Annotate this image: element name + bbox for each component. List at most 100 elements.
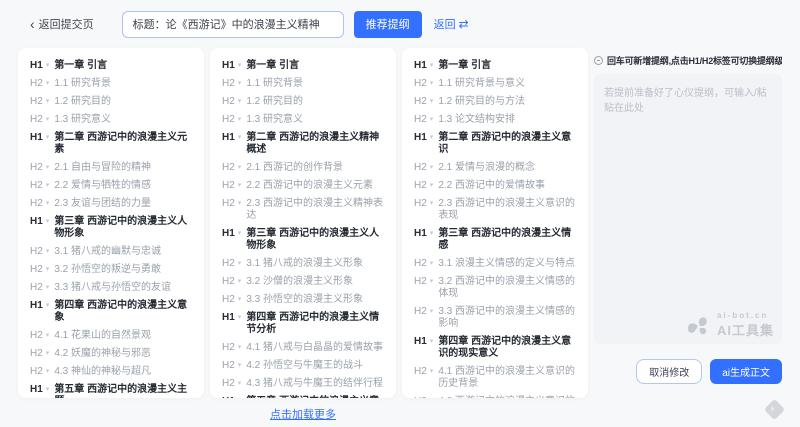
outline-item[interactable]: H2▾3.2 西游记中的浪漫主义情感的体现: [414, 276, 576, 300]
outline-item[interactable]: H2▾2.3 西游记中的浪漫主义意识的表现: [414, 198, 576, 222]
heading-level-tag[interactable]: H2: [222, 378, 235, 390]
outline-item[interactable]: H2▾3.1 猪八戒的幽默与忠诚: [30, 246, 192, 258]
heading-level-tag[interactable]: H2: [30, 264, 43, 276]
outline-item[interactable]: H2▾1.1 研究背景: [30, 78, 192, 90]
heading-level-tag[interactable]: H1: [30, 216, 43, 228]
outline-item[interactable]: H1▾第一章 引言: [222, 60, 384, 72]
outline-item[interactable]: H2▾3.1 浪漫主义情感的定义与特点: [414, 258, 576, 270]
heading-level-tag[interactable]: H2: [222, 162, 235, 174]
outline-item[interactable]: H1▾第二章 西游记中的浪漫主义意识: [414, 132, 576, 156]
heading-level-tag[interactable]: H1: [414, 60, 427, 72]
outline-item[interactable]: H2▾4.1 猪八戒与白晶晶的爱情故事: [222, 342, 384, 354]
heading-level-tag[interactable]: H2: [222, 78, 235, 90]
heading-level-tag[interactable]: H1: [414, 132, 427, 144]
outline-item[interactable]: H2▾2.1 爱情与浪漫的概念: [414, 162, 576, 174]
outline-item[interactable]: H2▾1.3 研究意义: [30, 114, 192, 126]
title-input[interactable]: [122, 11, 344, 38]
heading-level-tag[interactable]: H2: [414, 198, 427, 210]
outline-item[interactable]: H2▾2.1 自由与冒险的精神: [30, 162, 192, 174]
heading-level-tag[interactable]: H1: [222, 132, 235, 144]
heading-level-tag[interactable]: H2: [222, 114, 235, 126]
outline-item[interactable]: H2▾3.3 猪八戒与孙悟空的友谊: [30, 282, 192, 294]
heading-level-tag[interactable]: H2: [414, 114, 427, 126]
heading-level-tag[interactable]: H2: [30, 96, 43, 108]
outline-item[interactable]: H2▾3.3 孙悟空的浪漫主义形象: [222, 294, 384, 306]
outline-item[interactable]: H2▾4.3 猪八戒与牛魔王的结伴行程: [222, 378, 384, 390]
heading-level-tag[interactable]: H2: [414, 78, 427, 90]
heading-level-tag[interactable]: H1: [222, 396, 235, 398]
outline-item[interactable]: H2▾2.2 爱情与牺牲的情感: [30, 180, 192, 192]
return-link[interactable]: 返回 ⇄: [434, 16, 469, 32]
outline-item[interactable]: H2▾3.2 沙僧的浪漫主义形象: [222, 276, 384, 288]
outline-item[interactable]: H1▾第五章 西游记中的浪漫主义主题: [30, 384, 192, 398]
heading-level-tag[interactable]: H1: [222, 60, 235, 72]
outline-item[interactable]: H2▾1.3 论文结构安排: [414, 114, 576, 126]
load-more-link[interactable]: 点击加载更多: [270, 409, 336, 421]
heading-level-tag[interactable]: H2: [414, 276, 427, 288]
heading-level-tag[interactable]: H2: [222, 198, 235, 210]
outline-item[interactable]: H1▾第三章 西游记中的浪漫主义情感: [414, 228, 576, 252]
heading-level-tag[interactable]: H2: [30, 330, 43, 342]
outline-item[interactable]: H2▾1.2 研究目的与方法: [414, 96, 576, 108]
outline-item[interactable]: H1▾第一章 引言: [414, 60, 576, 72]
back-to-submit-link[interactable]: ‹ 返回提交页: [30, 16, 94, 32]
outline-item[interactable]: H2▾2.2 西游记中的爱情故事: [414, 180, 576, 192]
heading-level-tag[interactable]: H1: [30, 132, 43, 144]
heading-level-tag[interactable]: H2: [30, 366, 43, 378]
heading-level-tag[interactable]: H2: [30, 78, 43, 90]
heading-level-tag[interactable]: H1: [30, 384, 43, 396]
heading-level-tag[interactable]: H2: [222, 342, 235, 354]
heading-level-tag[interactable]: H2: [222, 258, 235, 270]
outline-item[interactable]: H2▾1.1 研究背景: [222, 78, 384, 90]
heading-level-tag[interactable]: H1: [30, 300, 43, 312]
heading-level-tag[interactable]: H2: [414, 180, 427, 192]
heading-level-tag[interactable]: H2: [414, 96, 427, 108]
outline-item[interactable]: H1▾第二章 西游记中的浪漫主义元素: [30, 132, 192, 156]
heading-level-tag[interactable]: H2: [30, 162, 43, 174]
heading-level-tag[interactable]: H2: [222, 276, 235, 288]
outline-item[interactable]: H2▾1.3 研究意义: [222, 114, 384, 126]
outline-item[interactable]: H2▾4.2 西游记中的浪漫主义意识的社会影响: [414, 396, 576, 398]
heading-level-tag[interactable]: H2: [30, 348, 43, 360]
heading-level-tag[interactable]: H2: [222, 96, 235, 108]
outline-item[interactable]: H2▾2.3 友谊与团结的力量: [30, 198, 192, 210]
outline-item[interactable]: H1▾第四章 西游记中的浪漫主义情节分析: [222, 312, 384, 336]
recommend-outline-button[interactable]: 推荐提纲: [354, 11, 422, 38]
outline-item[interactable]: H2▾3.1 猪八戒的浪漫主义形象: [222, 258, 384, 270]
outline-item[interactable]: H1▾第二章 西游记的浪漫主义精神概述: [222, 132, 384, 156]
outline-item[interactable]: H2▾2.1 西游记的创作背景: [222, 162, 384, 174]
outline-item[interactable]: H1▾第一章 引言: [30, 60, 192, 72]
heading-level-tag[interactable]: H2: [222, 294, 235, 306]
outline-item[interactable]: H2▾2.3 西游记中的浪漫主义精神表达: [222, 198, 384, 222]
heading-level-tag[interactable]: H2: [414, 306, 427, 318]
heading-level-tag[interactable]: H2: [414, 396, 427, 398]
heading-level-tag[interactable]: H1: [222, 228, 235, 240]
outline-item[interactable]: H2▾4.2 妖魔的神秘与邪恶: [30, 348, 192, 360]
outline-item[interactable]: H2▾1.1 研究背景与意义: [414, 78, 576, 90]
outline-item[interactable]: H2▾3.2 孙悟空的叛逆与勇敢: [30, 264, 192, 276]
outline-item[interactable]: H1▾第五章 西游记中的浪漫主义意象分析: [222, 396, 384, 398]
heading-level-tag[interactable]: H2: [30, 282, 43, 294]
heading-level-tag[interactable]: H2: [222, 360, 235, 372]
heading-level-tag[interactable]: H1: [30, 60, 43, 72]
outline-item[interactable]: H1▾第四章 西游记中的浪漫主义意象: [30, 300, 192, 324]
ai-generate-button[interactable]: ai生成正文: [710, 359, 782, 384]
cancel-edit-button[interactable]: 取消修改: [636, 359, 702, 384]
outline-item[interactable]: H2▾1.2 研究目的: [30, 96, 192, 108]
outline-item[interactable]: H1▾第三章 西游记中的浪漫主义人物形象: [30, 216, 192, 240]
outline-item[interactable]: H1▾第三章 西游记中的浪漫主义人物形象: [222, 228, 384, 252]
heading-level-tag[interactable]: H2: [30, 246, 43, 258]
outline-item[interactable]: H2▾4.1 花果山的自然景观: [30, 330, 192, 342]
outline-item[interactable]: H2▾4.3 神仙的神秘与超凡: [30, 366, 192, 378]
heading-level-tag[interactable]: H2: [414, 162, 427, 174]
outline-item[interactable]: H2▾4.1 西游记中的浪漫主义意识的历史背景: [414, 366, 576, 390]
outline-item[interactable]: H2▾4.2 孙悟空与牛魔王的战斗: [222, 360, 384, 372]
heading-level-tag[interactable]: H1: [414, 228, 427, 240]
heading-level-tag[interactable]: H2: [30, 180, 43, 192]
heading-level-tag[interactable]: H2: [414, 366, 427, 378]
outline-item[interactable]: H2▾3.3 西游记中的浪漫主义情感的影响: [414, 306, 576, 330]
outline-item[interactable]: H1▾第四章 西游记中的浪漫主义意识的现实意义: [414, 336, 576, 360]
heading-level-tag[interactable]: H2: [30, 198, 43, 210]
heading-level-tag[interactable]: H2: [414, 258, 427, 270]
outline-item[interactable]: H2▾1.2 研究目的: [222, 96, 384, 108]
